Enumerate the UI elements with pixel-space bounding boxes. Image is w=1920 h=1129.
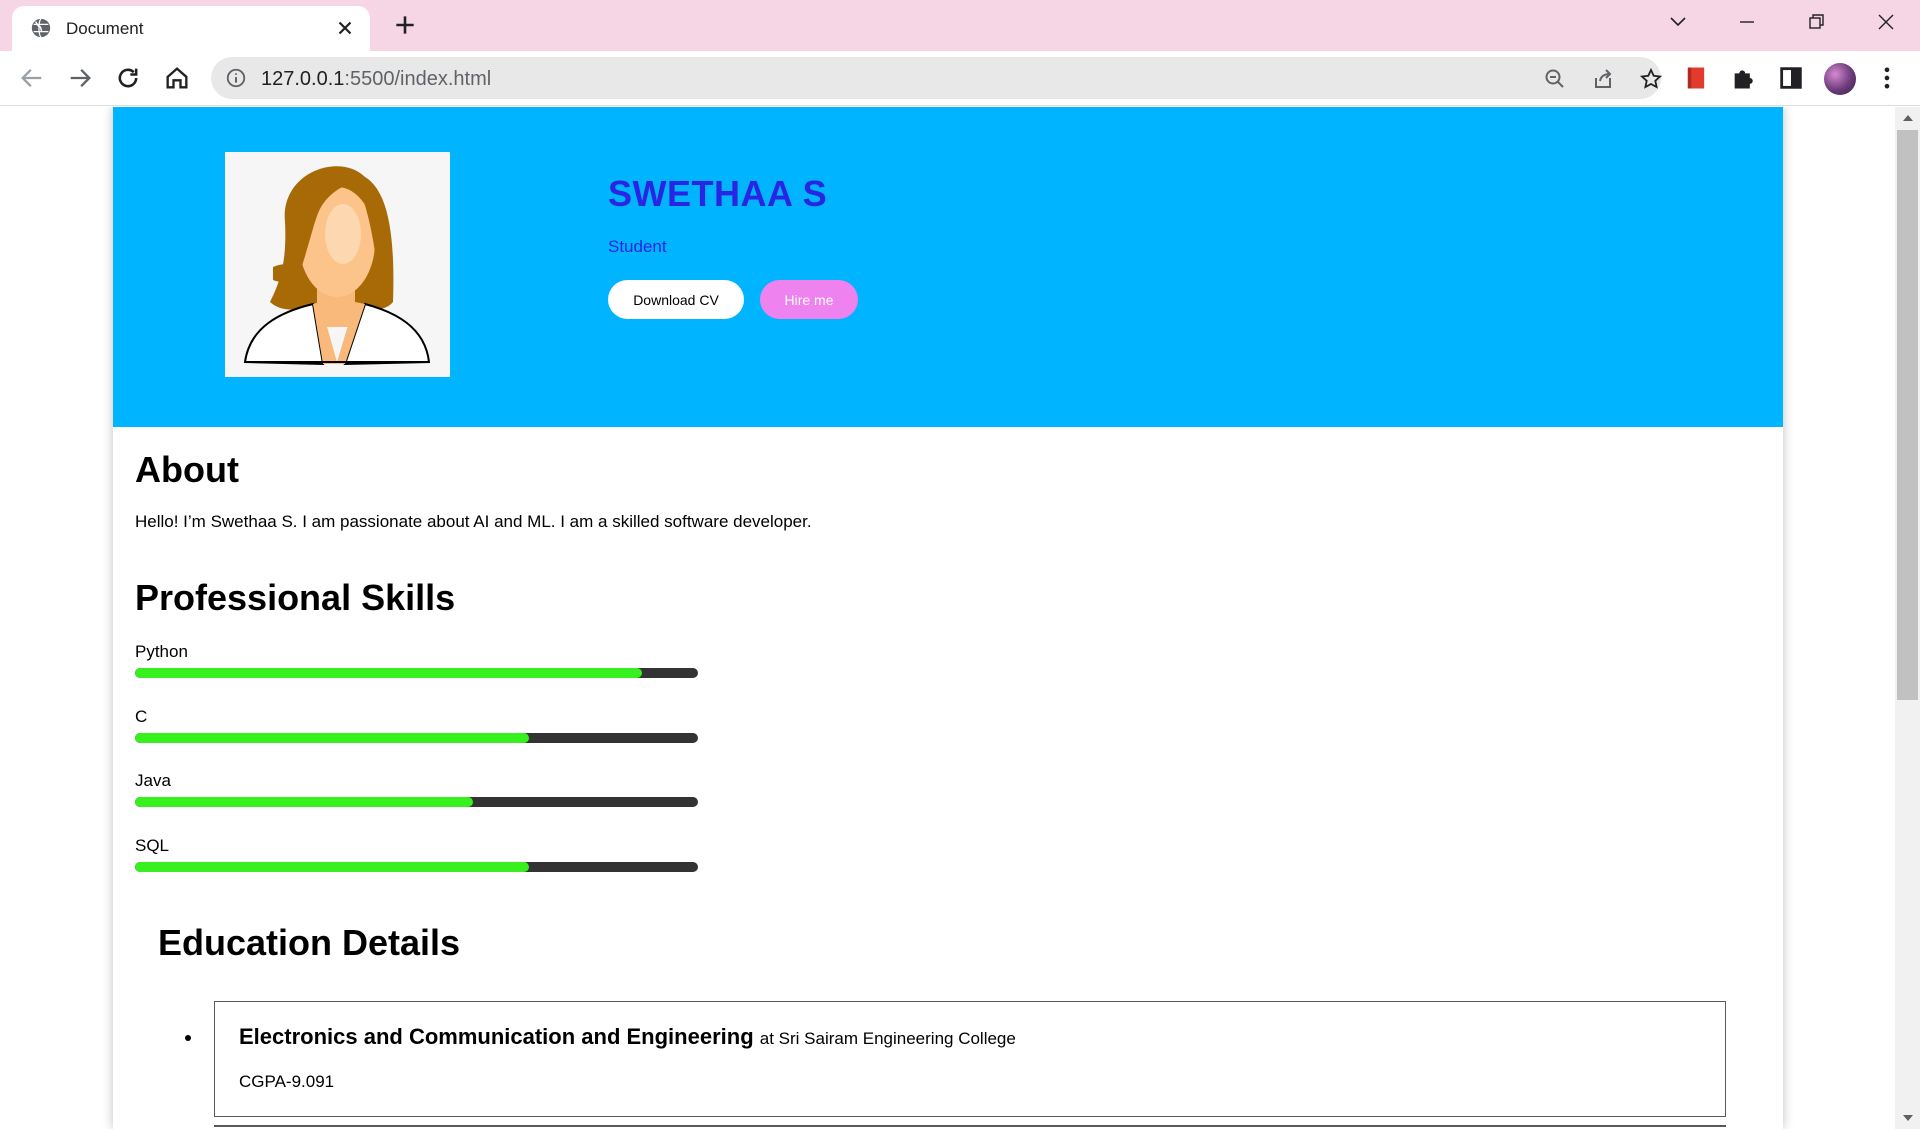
education-card: Electronics and Communication and Engine… (214, 1001, 1726, 1117)
skill-c: C (135, 707, 698, 743)
skill-bar-fill (135, 797, 473, 807)
download-cv-button[interactable]: Download CV (608, 280, 744, 319)
forward-arrow-icon[interactable] (66, 64, 94, 92)
skill-bar-fill (135, 668, 642, 678)
scrollbar-thumb[interactable] (1897, 130, 1918, 700)
education-degree: Electronics and Communication and Engine… (239, 1024, 754, 1049)
skill-bar (135, 797, 698, 807)
skill-java: Java (135, 771, 698, 807)
education-heading: Education Details (158, 922, 461, 963)
scroll-up-arrow-icon[interactable] (1902, 113, 1914, 123)
scroll-down-arrow-icon[interactable] (1902, 1113, 1914, 1123)
close-tab-icon[interactable] (334, 17, 356, 39)
skill-python: Python (135, 642, 698, 678)
profile-role: Student (608, 237, 667, 256)
skill-label: Python (135, 642, 188, 661)
skill-label: Java (135, 771, 171, 790)
extension-book-icon[interactable] (1682, 64, 1710, 92)
tab-search-chevron-icon[interactable] (1660, 8, 1696, 36)
bookmark-star-icon[interactable] (1639, 67, 1663, 91)
hire-me-button[interactable]: Hire me (760, 280, 858, 319)
minimize-icon[interactable] (1729, 8, 1765, 36)
education-entry: Electronics and Communication and Engine… (239, 1024, 1016, 1050)
resume-container: SWETHAA S Student Download CV Hire me Ab… (113, 107, 1783, 1129)
skill-bar (135, 862, 698, 872)
education-card-next (214, 1125, 1726, 1129)
browser-toolbar: 127.0.0.1:5500/index.html (0, 51, 1920, 106)
zoom-out-icon[interactable] (1543, 67, 1567, 91)
about-text: Hello! I’m Swethaa S. I am passionate ab… (135, 512, 812, 531)
skill-bar (135, 733, 698, 743)
url-path: :5500/index.html (344, 68, 492, 90)
reload-icon[interactable] (114, 64, 142, 92)
woman-avatar-icon (225, 152, 450, 377)
page-viewport: SWETHAA S Student Download CV Hire me Ab… (0, 107, 1895, 1129)
site-info-icon[interactable] (225, 67, 247, 89)
education-college: at Sri Sairam Engineering College (759, 1029, 1016, 1048)
back-arrow-icon[interactable] (18, 64, 46, 92)
share-icon[interactable] (1591, 67, 1615, 91)
menu-kebab-icon[interactable] (1873, 64, 1901, 92)
skill-bar-fill (135, 862, 530, 872)
skill-label: C (135, 707, 148, 726)
education-cgpa: CGPA-9.091 (239, 1072, 335, 1091)
profile-header: SWETHAA S Student Download CV Hire me (113, 107, 1783, 427)
tab-document[interactable]: Document (12, 6, 370, 51)
url-text[interactable]: 127.0.0.1:5500/index.html (261, 68, 491, 91)
globe-icon (31, 18, 51, 38)
url-host: 127.0.0.1 (261, 68, 345, 90)
skill-sql: SQL (135, 836, 698, 872)
skill-bar-fill (135, 733, 530, 743)
side-panel-icon[interactable] (1777, 64, 1805, 92)
profile-photo (225, 152, 450, 377)
restore-icon[interactable] (1798, 8, 1834, 36)
tab-strip: Document (0, 0, 1920, 51)
skills-heading: Professional Skills (135, 577, 456, 618)
profile-avatar[interactable] (1824, 63, 1856, 95)
skill-label: SQL (135, 836, 170, 855)
new-tab-icon[interactable] (392, 12, 418, 38)
about-heading: About (135, 449, 239, 490)
list-bullet (185, 1035, 191, 1041)
address-bar[interactable]: 127.0.0.1:5500/index.html (211, 57, 1663, 99)
skill-bar (135, 668, 698, 678)
home-icon[interactable] (163, 64, 191, 92)
extensions-puzzle-icon[interactable] (1730, 64, 1758, 92)
tab-title: Document (66, 19, 144, 38)
profile-name: SWETHAA S (608, 173, 828, 214)
close-window-icon[interactable] (1868, 8, 1904, 36)
